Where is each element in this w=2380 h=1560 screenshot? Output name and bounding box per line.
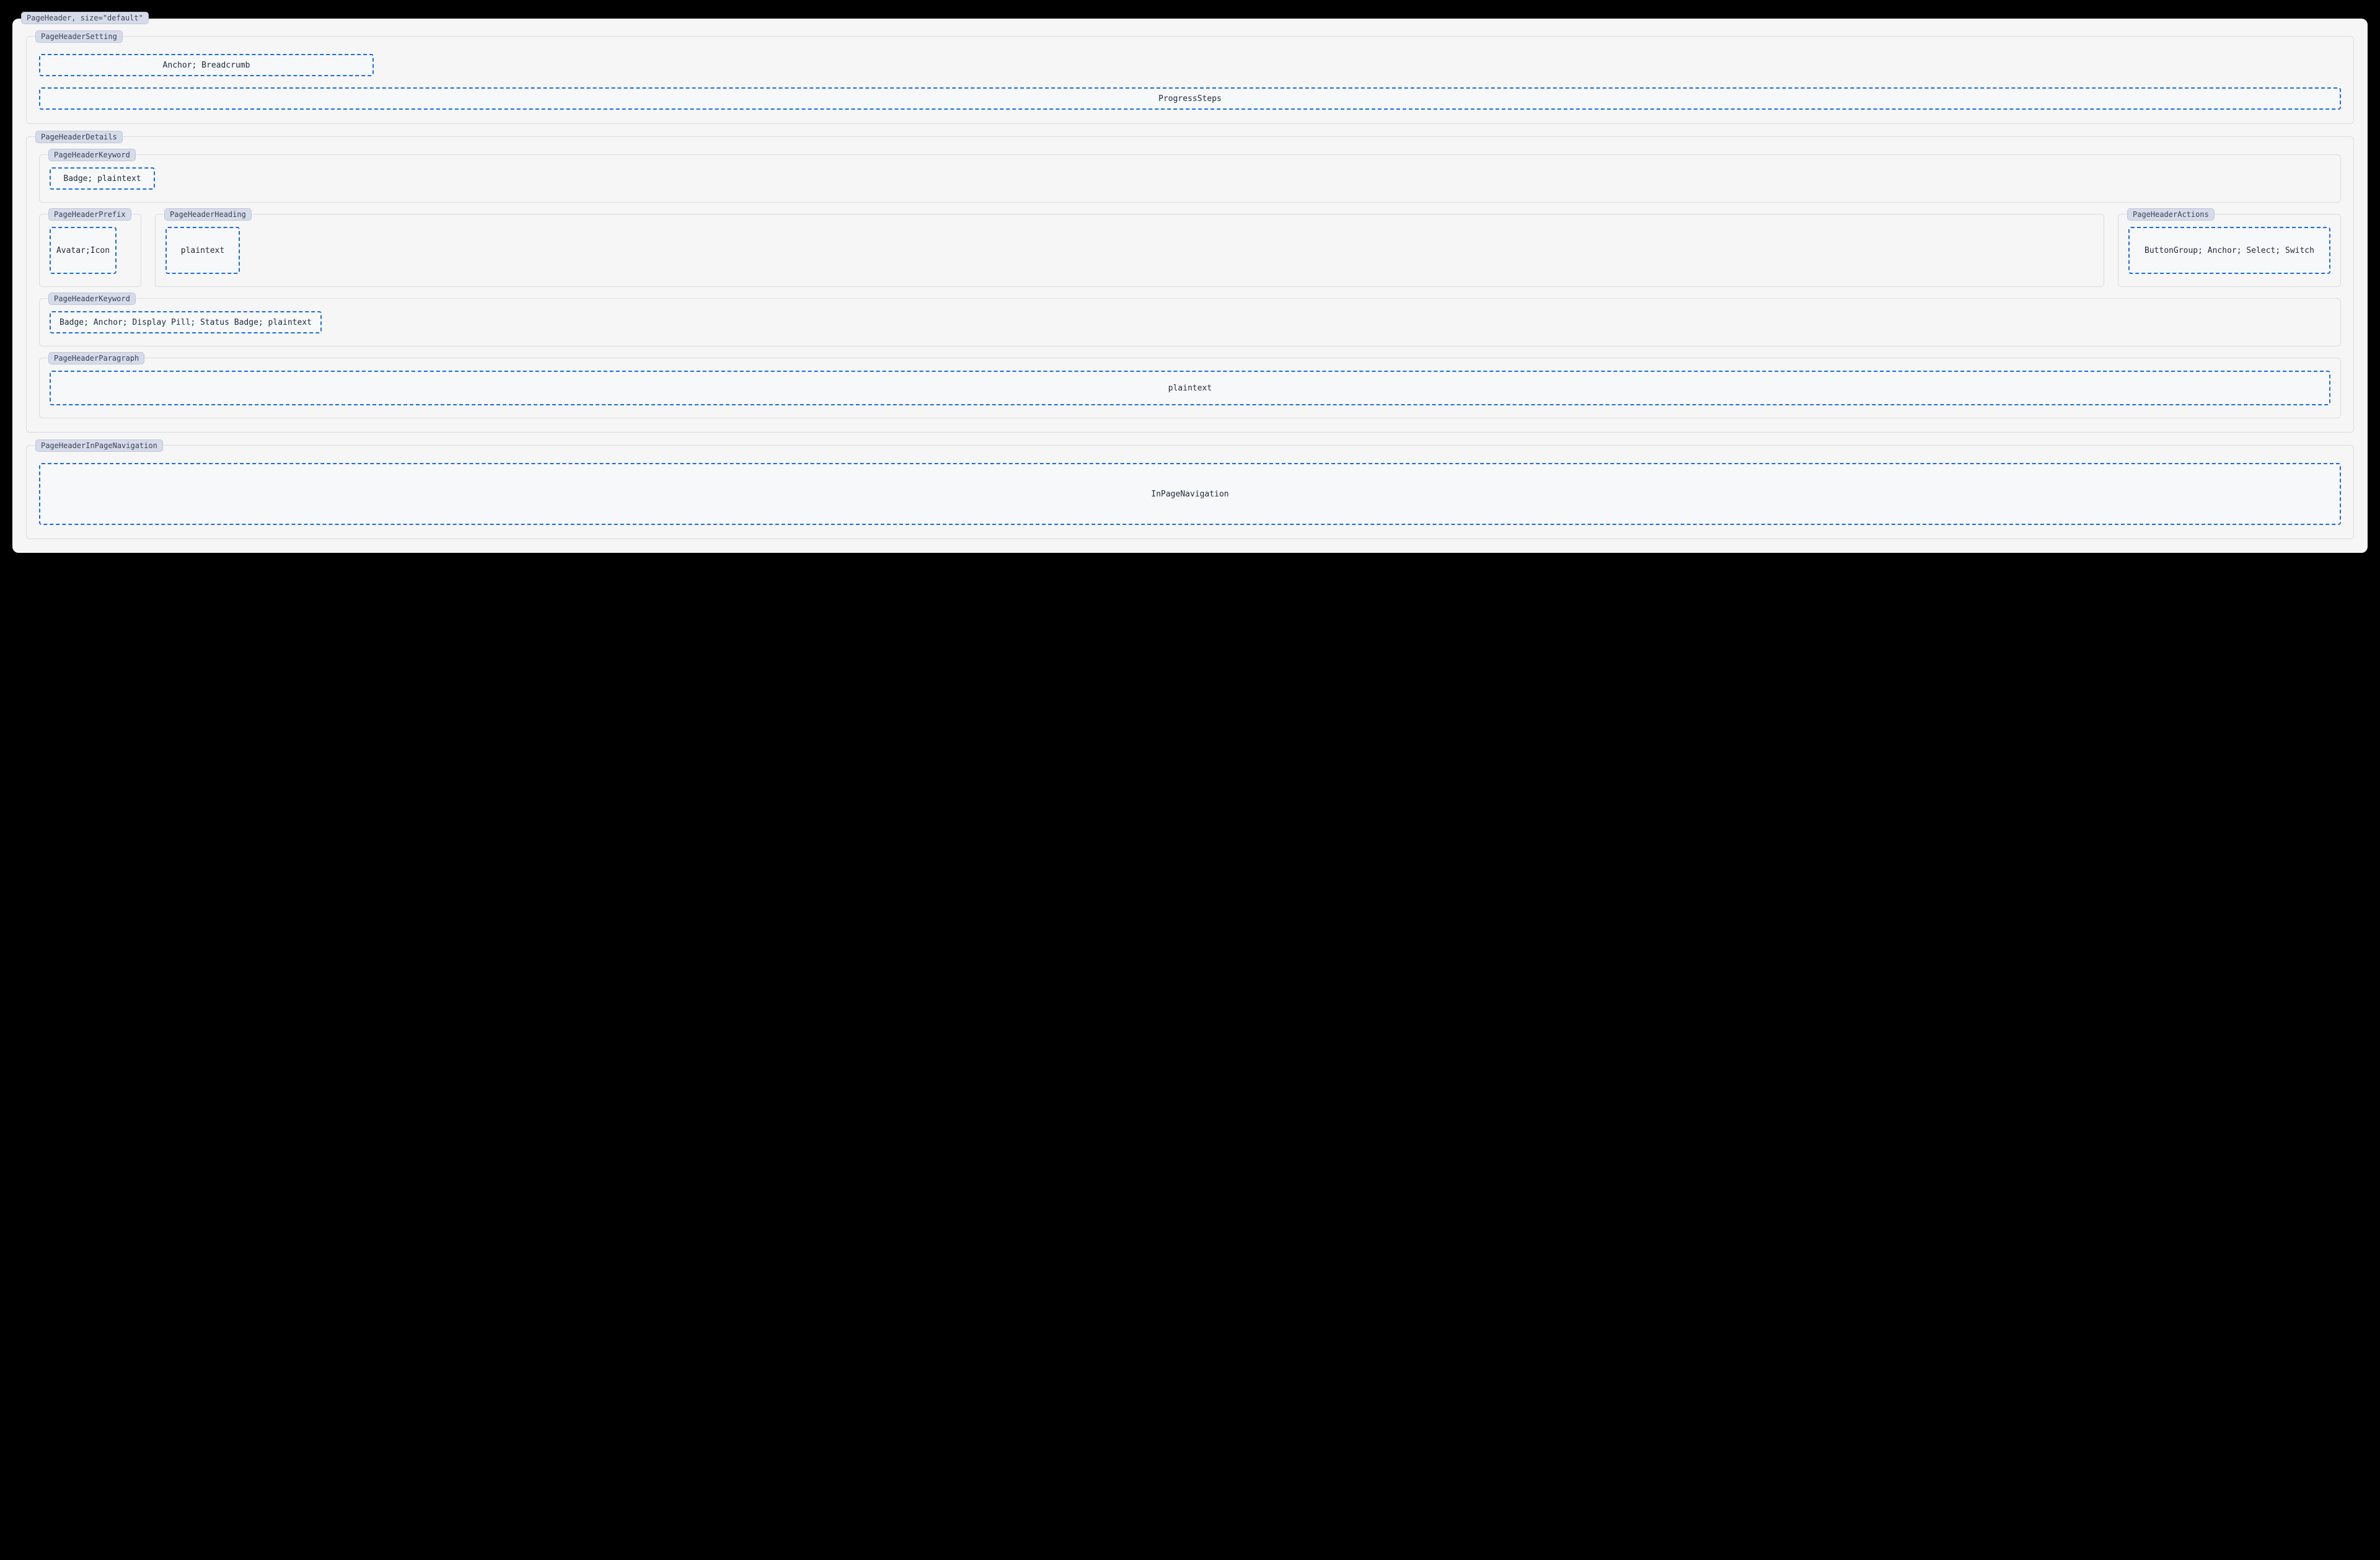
inpage-nav-label: PageHeaderInPageNavigation (35, 439, 163, 452)
heading-slot: plaintext (165, 227, 240, 274)
actions-slot: ButtonGroup; Anchor; Select; Switch (2128, 227, 2330, 274)
page-header-setting-section: PageHeaderSetting Anchor; Breadcrumb Pro… (26, 36, 2354, 124)
root-label: PageHeader, size="default" (21, 12, 149, 24)
keyword-top-label: PageHeaderKeyword (48, 149, 136, 161)
page-header-heading: PageHeaderHeading plaintext (155, 214, 2104, 287)
page-header-keyword-top: PageHeaderKeyword Badge; plaintext (39, 154, 2341, 203)
details-row: PageHeaderPrefix Avatar;Icon PageHeaderH… (39, 214, 2341, 287)
heading-label: PageHeaderHeading (164, 208, 252, 221)
keyword-top-slot: Badge; plaintext (50, 167, 155, 190)
page-header-inpage-nav-section: PageHeaderInPageNavigation InPageNavigat… (26, 445, 2354, 539)
breadcrumb-slot: Anchor; Breadcrumb (39, 54, 374, 76)
prefix-label: PageHeaderPrefix (48, 208, 131, 221)
actions-label: PageHeaderActions (2127, 208, 2215, 221)
page-header-keyword-bottom: PageHeaderKeyword Badge; Anchor; Display… (39, 298, 2341, 346)
inpage-nav-slot: InPageNavigation (39, 463, 2341, 525)
page-header-prefix: PageHeaderPrefix Avatar;Icon (39, 214, 141, 287)
progress-steps-slot: ProgressSteps (39, 87, 2341, 110)
keyword-bottom-label: PageHeaderKeyword (48, 293, 136, 305)
page-header-diagram: PageHeader, size="default" PageHeaderSet… (12, 19, 2368, 553)
prefix-slot: Avatar;Icon (50, 227, 117, 274)
paragraph-label: PageHeaderParagraph (48, 352, 144, 364)
page-header-details-label: PageHeaderDetails (35, 131, 123, 143)
page-header-paragraph: PageHeaderParagraph plaintext (39, 358, 2341, 418)
page-header-details-section: PageHeaderDetails PageHeaderKeyword Badg… (26, 136, 2354, 433)
page-header-setting-label: PageHeaderSetting (35, 30, 123, 43)
page-header-actions: PageHeaderActions ButtonGroup; Anchor; S… (2118, 214, 2341, 287)
keyword-bottom-slot: Badge; Anchor; Display Pill; Status Badg… (50, 311, 322, 333)
paragraph-slot: plaintext (50, 371, 2330, 405)
